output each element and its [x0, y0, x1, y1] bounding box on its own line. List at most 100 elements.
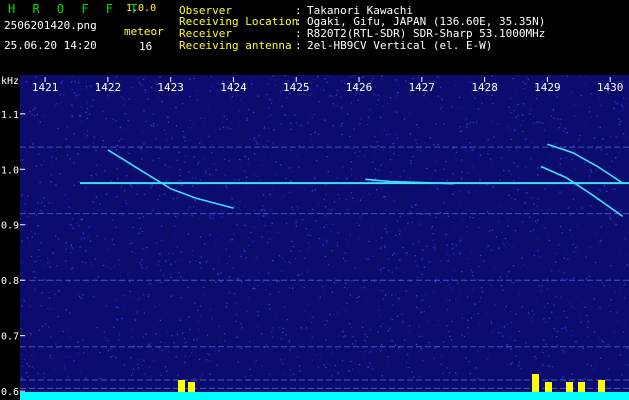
noise-speck [297, 206, 300, 208]
noise-speck [362, 355, 364, 357]
noise-speck [111, 239, 113, 241]
noise-speck [307, 234, 309, 236]
noise-speck [150, 375, 152, 378]
noise-speck [363, 269, 365, 271]
noise-speck [86, 102, 88, 105]
noise-speck [537, 237, 539, 240]
noise-speck [307, 242, 309, 244]
noise-speck [106, 339, 109, 342]
noise-speck [471, 258, 473, 260]
noise-speck [209, 173, 211, 176]
noise-speck [393, 142, 395, 145]
noise-speck [447, 215, 450, 217]
noise-speck [352, 75, 354, 77]
noise-speck [569, 91, 571, 93]
noise-speck [501, 157, 503, 159]
noise-speck [460, 203, 462, 205]
noise-speck [554, 329, 556, 331]
noise-speck [107, 248, 110, 250]
level-peak [566, 382, 573, 392]
noise-speck [129, 271, 131, 273]
noise-speck [253, 285, 255, 288]
noise-speck [512, 265, 515, 267]
noise-speck [492, 103, 494, 105]
noise-speck [257, 216, 260, 218]
noise-speck [576, 225, 579, 227]
noise-speck [379, 272, 381, 274]
noise-speck [240, 309, 242, 311]
noise-speck [289, 191, 291, 193]
noise-speck [571, 373, 573, 375]
noise-speck [164, 164, 166, 166]
noise-speck [350, 102, 352, 104]
noise-speck [133, 347, 135, 349]
noise-speck [377, 331, 379, 333]
noise-speck [479, 154, 482, 156]
noise-speck [41, 325, 44, 327]
noise-speck [332, 223, 334, 225]
noise-speck [515, 116, 517, 118]
noise-speck [288, 341, 290, 343]
noise-speck [571, 91, 573, 93]
noise-speck [385, 224, 387, 227]
noise-speck [533, 209, 535, 211]
noise-speck [113, 317, 116, 320]
noise-speck [77, 153, 79, 155]
noise-speck [115, 149, 118, 151]
noise-speck [472, 243, 474, 245]
noise-speck [589, 340, 592, 342]
noise-speck [306, 327, 308, 329]
noise-speck [316, 85, 318, 87]
noise-speck [472, 133, 475, 135]
noise-speck [562, 375, 564, 377]
noise-speck [254, 210, 256, 212]
noise-speck [342, 257, 345, 260]
noise-speck [406, 254, 408, 256]
noise-speck [351, 197, 354, 199]
noise-speck [153, 360, 155, 363]
noise-speck [250, 231, 252, 234]
noise-speck [469, 122, 472, 124]
noise-speck [213, 89, 215, 91]
noise-speck [60, 102, 63, 104]
noise-speck [337, 193, 339, 196]
noise-speck [455, 372, 457, 374]
noise-speck [324, 78, 326, 80]
noise-speck [180, 275, 182, 278]
noise-speck [618, 142, 621, 144]
noise-speck [496, 322, 499, 324]
noise-speck [333, 277, 335, 280]
noise-speck [377, 94, 379, 97]
noise-speck [555, 261, 557, 263]
noise-speck [338, 272, 340, 274]
noise-speck [331, 250, 333, 252]
noise-speck [572, 198, 575, 200]
noise-speck [220, 272, 222, 274]
noise-speck [424, 209, 426, 211]
noise-speck [400, 288, 402, 290]
noise-speck [373, 153, 375, 155]
noise-speck [478, 152, 480, 154]
noise-speck [57, 315, 59, 318]
noise-speck [60, 173, 62, 175]
noise-speck [65, 242, 67, 244]
noise-speck [200, 236, 202, 238]
noise-speck [274, 367, 277, 370]
noise-speck [249, 351, 251, 353]
noise-speck [78, 115, 80, 117]
noise-speck [307, 122, 309, 124]
noise-speck [233, 233, 235, 235]
noise-speck [399, 230, 401, 232]
noise-speck [608, 368, 610, 370]
noise-speck [239, 167, 242, 169]
noise-speck [546, 288, 549, 290]
noise-speck [272, 75, 275, 77]
noise-speck [36, 114, 39, 116]
noise-speck [361, 190, 363, 192]
noise-speck [248, 108, 250, 111]
noise-speck [351, 280, 353, 282]
noise-speck [538, 122, 540, 124]
noise-speck [198, 328, 200, 331]
noise-speck [350, 168, 353, 170]
noise-speck [507, 126, 509, 129]
